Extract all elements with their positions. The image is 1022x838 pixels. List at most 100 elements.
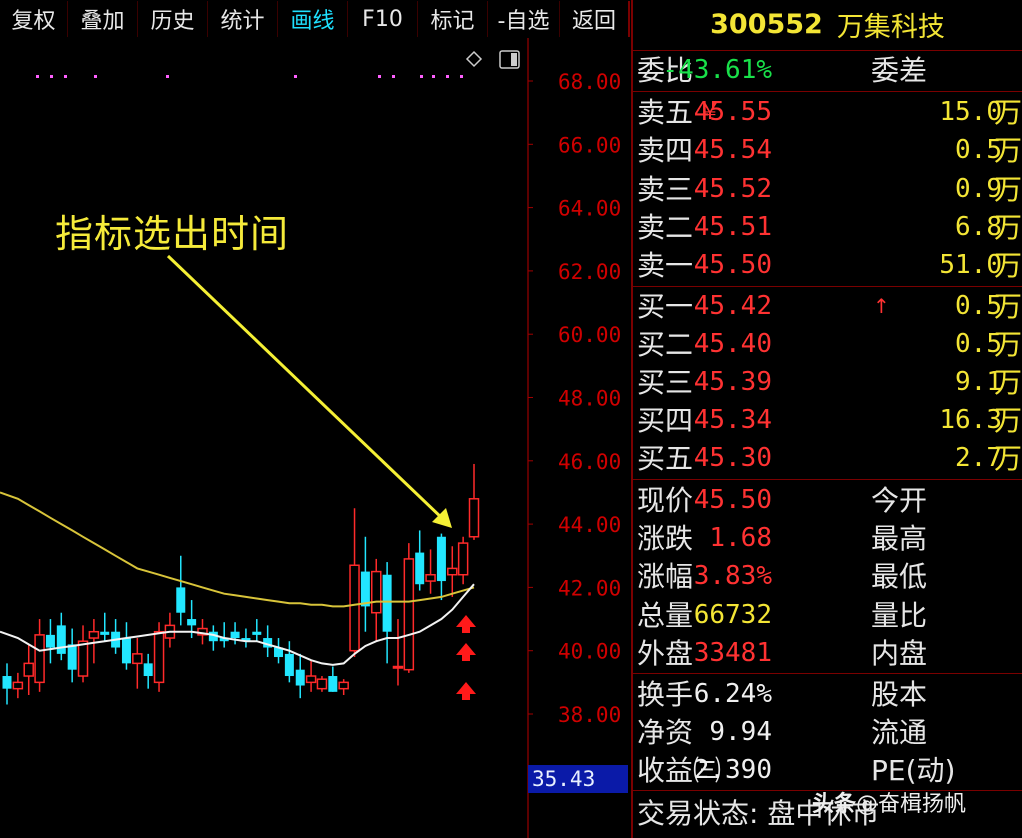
- stat-label-secondary: 最高: [871, 522, 928, 555]
- toolbar-stats-button[interactable]: 统计: [208, 1, 278, 37]
- toolbar-back-button[interactable]: 返回: [560, 1, 630, 37]
- buy-row: 买三 45.39 9.1 万: [637, 364, 1022, 401]
- diamond-icon: [465, 50, 483, 68]
- sell-volume: 51.0: [939, 250, 1002, 280]
- top-dot-marker: [36, 75, 39, 78]
- buy-row: 买五 45.30 2.7 万: [637, 440, 1022, 477]
- sell-row: 卖四 45.54 0.5 万: [637, 132, 1022, 169]
- stat-label: 总量: [637, 599, 694, 632]
- toolbar-remove-watchlist-button[interactable]: -自选: [488, 1, 560, 37]
- stat-row: 总量 66732 量比: [637, 597, 1022, 634]
- buy-price: 45.40: [693, 329, 772, 359]
- quote-panel: 300552 万集科技 委比 -43.61% 委差 交易状态: 盘中休市 卖五 ￥…: [631, 0, 1022, 838]
- candle-body-down: [2, 676, 12, 689]
- sell-volume-unit: 万: [993, 134, 1022, 167]
- candle-body-up: [468, 498, 480, 538]
- buy-level-label: 买二: [637, 328, 694, 361]
- stat-value: 2.390: [693, 755, 772, 785]
- buy-level-label: 买三: [637, 366, 694, 399]
- toolbar-history-button[interactable]: 历史: [138, 1, 208, 37]
- candle-body-up: [305, 675, 317, 684]
- candle-body-down: [252, 631, 262, 635]
- toolbar-draw-line-button[interactable]: 画线: [278, 1, 348, 37]
- stat-label-secondary: 量比: [871, 599, 928, 632]
- candle-body-down: [360, 571, 370, 607]
- sell-level-label: 卖二: [637, 211, 694, 244]
- stat-label: 涨跌: [637, 522, 694, 555]
- watermark-prefix: 头条: [812, 792, 857, 817]
- sell-volume-unit: 万: [993, 96, 1022, 129]
- toolbar-f10-button[interactable]: F10: [348, 1, 418, 37]
- candle-body-down: [415, 552, 425, 585]
- toolbar-overlay-button[interactable]: 叠加: [68, 1, 138, 37]
- stat-value: 33481: [693, 638, 772, 668]
- toolbar-fuquan-button[interactable]: 复权: [0, 1, 68, 37]
- price-tick-label: 44.00: [558, 513, 621, 537]
- sell-volume-unit: 万: [993, 249, 1022, 282]
- panel-toggle-icon-fill: [511, 53, 517, 66]
- sell-volume: 15.0: [939, 97, 1002, 127]
- stat-label-secondary: 流通: [871, 716, 928, 749]
- candle-body-up: [77, 640, 89, 677]
- divider: [633, 286, 1022, 287]
- current-price-marker: 35.43: [528, 765, 628, 793]
- candle-body-up: [338, 681, 349, 690]
- order-ratio-row: 委比 -43.61% 委差: [637, 52, 1022, 89]
- stock-name: 万集科技: [836, 11, 945, 43]
- buy-volume-unit: 万: [993, 290, 1022, 323]
- candle-body-up: [392, 665, 404, 669]
- stat-label-secondary: PE(动): [871, 754, 956, 787]
- sell-price: 45.55: [693, 97, 772, 127]
- candle-body-up: [447, 567, 458, 576]
- watermark: 头条@奋楫扬帆: [812, 786, 966, 818]
- stat-label-secondary: 今开: [871, 484, 928, 517]
- buy-price: 45.30: [693, 443, 772, 473]
- stat-label: 换手: [637, 678, 694, 711]
- ma-line-yellow: [0, 491, 475, 608]
- toolbar-mark-button[interactable]: 标记: [418, 1, 488, 37]
- stat-value: 6.24%: [693, 679, 772, 709]
- stat-value: 45.50: [693, 485, 772, 515]
- stat-value: 1.68: [709, 523, 772, 553]
- price-tick-label: 38.00: [558, 703, 621, 727]
- buy-volume: 16.3: [939, 405, 1002, 435]
- buy-signal-arrow-icon: [456, 682, 476, 700]
- price-tick-label: 48.00: [558, 387, 621, 411]
- divider: [633, 50, 1022, 51]
- candle-body-down: [176, 587, 186, 613]
- stat2-row: 净资 9.94 流通: [637, 714, 1022, 751]
- candle-body-up: [34, 634, 45, 684]
- candle-body-down: [187, 619, 197, 626]
- buy-level-label: 买四: [637, 404, 694, 437]
- top-dot-marker: [392, 75, 395, 78]
- candle-body-up: [425, 573, 436, 582]
- buy-price: 45.42: [693, 291, 772, 321]
- stat-row: 涨幅 3.83% 最低: [637, 558, 1022, 595]
- candle-body-down: [143, 663, 153, 677]
- kline-chart-area[interactable]: 68.00 66.00 64.00 62.00 60.00 48.00 46.00 44.00…: [0, 38, 630, 838]
- price-tick-label: 64.00: [558, 197, 621, 221]
- stat-label: 涨幅: [637, 560, 694, 593]
- candle-body-up: [457, 542, 469, 576]
- stat-row: 外盘 33481 内盘: [637, 635, 1022, 672]
- stock-title: 300552 万集科技: [633, 0, 1022, 48]
- buy-volume-unit: 万: [993, 366, 1022, 399]
- stat2-row: 换手 6.24% 股本: [637, 676, 1022, 713]
- divider: [633, 479, 1022, 480]
- candle-body-up: [316, 678, 328, 690]
- buy-volume-unit: 万: [993, 328, 1022, 361]
- candle-body-up: [88, 630, 100, 639]
- divider: [633, 673, 1022, 674]
- sell-volume-unit: 万: [993, 173, 1022, 206]
- stat-label-secondary: 股本: [871, 678, 928, 711]
- stat-row: 涨跌 1.68 最高: [637, 520, 1022, 557]
- kline-chart[interactable]: 68.00 66.00 64.00 62.00 60.00 48.00 46.00 44.00…: [0, 38, 630, 838]
- sell-row: 卖一 45.50 51.0 万: [637, 247, 1022, 284]
- top-dot-marker: [294, 75, 297, 78]
- chart-toolbar: 复权 叠加 历史 统计 画线 F10 标记 -自选 返回: [0, 0, 630, 38]
- candle-body-down: [100, 631, 110, 635]
- candle-body-down: [436, 536, 446, 582]
- candle-body-up: [12, 681, 24, 690]
- candle-body-down: [382, 574, 392, 632]
- divider: [633, 91, 1022, 92]
